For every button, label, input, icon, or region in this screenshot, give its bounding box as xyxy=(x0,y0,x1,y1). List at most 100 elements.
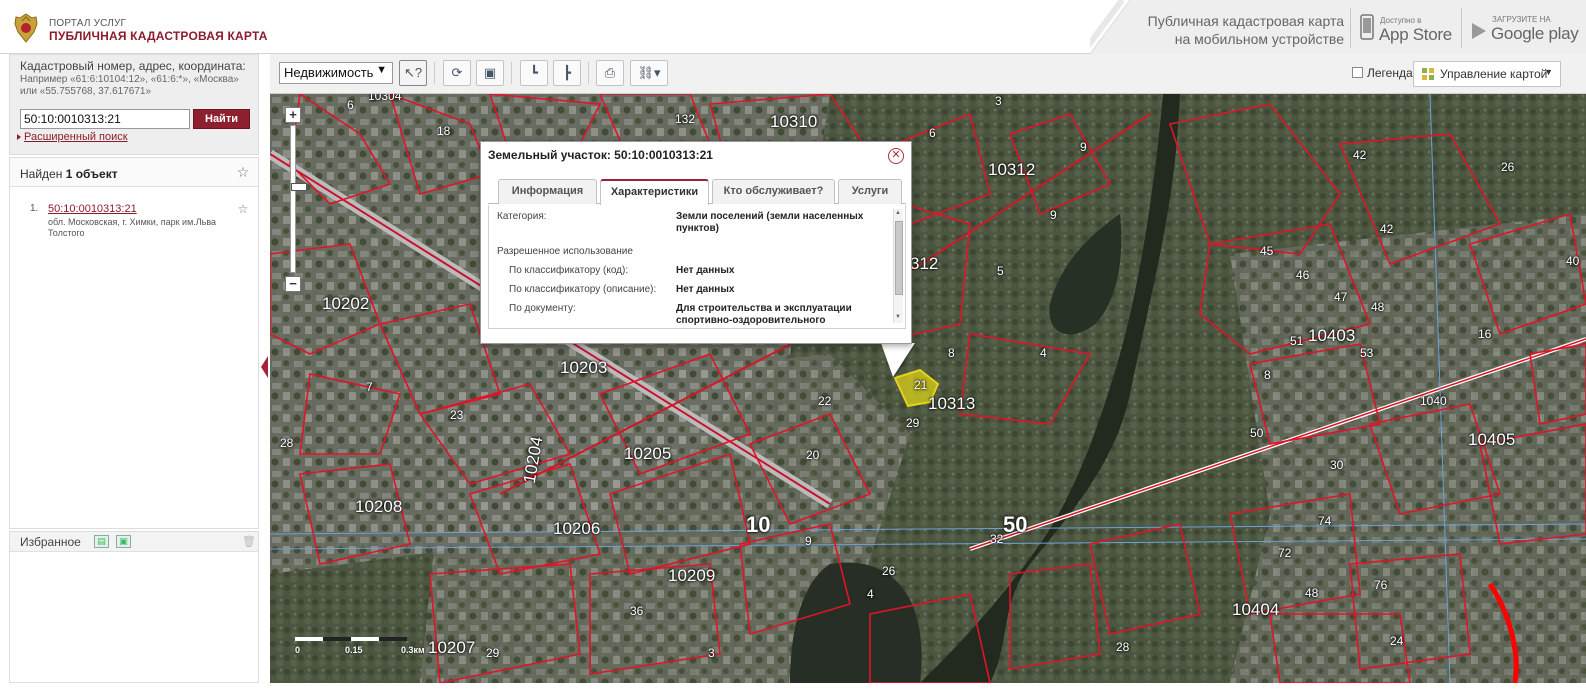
appstore-button[interactable]: Доступно в App Store xyxy=(1350,8,1460,48)
map-label: 22 xyxy=(818,394,832,408)
rect-query-button[interactable]: ▣ xyxy=(476,60,504,86)
googleplay-button[interactable]: ЗАГРУЗИТЕ НА Google play xyxy=(1461,8,1586,48)
tab-information[interactable]: Информация xyxy=(498,179,597,204)
map-label: 28 xyxy=(280,436,294,450)
map-label-selected: 21 xyxy=(914,378,928,392)
promo-line1: Публичная кадастровая карта xyxy=(1147,13,1344,29)
popup-tabs: Информация Характеристики Кто обслуживае… xyxy=(488,178,906,205)
row-label-permitted-use: Разрешенное использование xyxy=(497,246,633,257)
favorites-title: Избранное xyxy=(20,535,81,549)
googleplay-small-text: ЗАГРУЗИТЕ НА xyxy=(1492,15,1551,24)
map-label: 6 xyxy=(929,126,936,140)
zoom-out-button[interactable]: − xyxy=(285,276,301,292)
measure-area-button[interactable]: ┣ xyxy=(553,60,581,86)
map-label: 51 xyxy=(1290,334,1304,348)
ruler-icon: ┗ xyxy=(530,65,538,80)
printer-icon: ⎙ xyxy=(604,65,616,80)
map-label: 42 xyxy=(1380,222,1394,236)
results-header: Найден 1 объект ☆ xyxy=(10,158,258,187)
print-button[interactable]: ⎙ xyxy=(596,60,624,86)
satellite-map xyxy=(270,94,1586,683)
map-control-dropdown[interactable]: Управление картой ▼ xyxy=(1413,61,1561,87)
scale-bar: 0 0.15 0.3км xyxy=(295,633,455,655)
map-label: 32 xyxy=(990,532,1004,546)
scroll-down-icon[interactable]: ▼ xyxy=(895,314,901,320)
map-label: 10208 xyxy=(355,497,403,516)
map-label: 1040 xyxy=(1420,394,1447,408)
import-favorites-icon[interactable]: ▣ xyxy=(116,535,131,548)
measure-distance-button[interactable]: ┗ xyxy=(520,60,548,86)
map-label: 5 xyxy=(997,264,1004,278)
row-value-classifier-code: Нет данных xyxy=(676,265,735,276)
portal-brand-main[interactable]: ПУБЛИЧНАЯ КАДАСТРОВАЯ КАРТА xyxy=(49,29,268,43)
popup-pointer xyxy=(881,343,915,377)
scrollbar-thumb[interactable] xyxy=(895,221,903,295)
cursor-question-icon: ↖? xyxy=(403,65,423,80)
promo-line2: на мобильном устройстве xyxy=(1174,31,1344,47)
link-button[interactable]: ⛓▾ xyxy=(630,60,668,86)
search-panel: Кадастровый номер, адрес, координата: На… xyxy=(9,54,259,155)
layer-select-value: Недвижимость xyxy=(284,65,374,80)
map-label: 7 xyxy=(366,380,373,394)
map-label: 10206 xyxy=(553,519,601,538)
search-input[interactable] xyxy=(20,109,190,129)
tab-services[interactable]: Услуги xyxy=(838,179,902,204)
map-label: 23 xyxy=(450,408,464,422)
close-icon[interactable]: ✕ xyxy=(888,148,904,164)
popup-scrollbar[interactable]: ▲ ▼ xyxy=(893,209,903,323)
advanced-search-link[interactable]: Расширенный поиск xyxy=(17,131,128,143)
play-icon xyxy=(1472,23,1486,39)
appstore-big-text: App Store xyxy=(1379,25,1452,44)
link-icon: ⛓▾ xyxy=(637,65,661,80)
legend-label[interactable]: Легенда xyxy=(1367,66,1413,80)
parcel-info-popup: Земельный участок: 50:10:0010313:21 ✕ Ин… xyxy=(480,141,912,344)
map-label: 47 xyxy=(1334,290,1348,304)
map-label: 8 xyxy=(1264,368,1271,382)
scale-label: 0.15 xyxy=(345,645,363,655)
map-label: 4 xyxy=(867,587,874,601)
scroll-up-icon[interactable]: ▲ xyxy=(895,210,901,216)
scale-segment xyxy=(351,637,379,641)
map-label: 20 xyxy=(806,448,820,462)
map-label-district: 10 xyxy=(746,512,771,537)
map-label: 76 xyxy=(1374,578,1388,592)
toolbar-separator xyxy=(434,62,435,84)
result-link[interactable]: 50:10:0010313:21 xyxy=(48,203,137,215)
map-label: 29 xyxy=(906,416,920,430)
identify-tool-button[interactable]: ↖? xyxy=(399,60,427,86)
layer-select[interactable]: Недвижимость ▼ xyxy=(279,62,393,84)
map-label: 40 xyxy=(1566,254,1580,268)
map-label: 9 xyxy=(1080,140,1087,154)
row-label-by-document: По документу: xyxy=(509,303,576,314)
left-panel: Кадастровый номер, адрес, координата: На… xyxy=(9,54,259,683)
zoom-slider-track[interactable] xyxy=(290,125,307,273)
tab-who-serves[interactable]: Кто обслуживает? xyxy=(712,179,835,204)
results-count: Найден 1 объект xyxy=(20,167,118,181)
add-favorite-star-icon[interactable]: ☆ xyxy=(236,202,250,216)
row-value-by-document: Для строительства и эксплуатации спортив… xyxy=(676,303,852,326)
mobile-promo-text: Публичная кадастровая карта на мобильном… xyxy=(1126,12,1344,48)
map-label: 4 xyxy=(1040,346,1047,360)
star-icon[interactable]: ☆ xyxy=(236,165,250,179)
trash-icon[interactable]: 🗑 xyxy=(242,535,256,549)
map-label: 28 xyxy=(1116,640,1130,654)
map-label: 24 xyxy=(1390,634,1404,648)
map-canvas[interactable]: 10304 6 18 132 10310 3 6 9 10312 9 312 5… xyxy=(270,94,1586,683)
map-label: 45 xyxy=(1260,244,1274,258)
legend-checkbox[interactable] xyxy=(1352,67,1363,78)
favorites-panel: Избранное ▤ ▣ 🗑 xyxy=(9,531,259,683)
map-label: 10304 xyxy=(368,94,402,103)
map-label: 36 xyxy=(630,604,644,618)
zoom-slider-handle[interactable] xyxy=(291,183,307,191)
tab-characteristics[interactable]: Характеристики xyxy=(600,179,709,205)
search-button[interactable]: Найти xyxy=(193,109,250,129)
map-label: 53 xyxy=(1360,346,1374,360)
area-query-button[interactable]: ⟳ xyxy=(443,60,471,86)
export-favorites-icon[interactable]: ▤ xyxy=(94,535,109,548)
collapse-panel-handle[interactable] xyxy=(261,356,268,378)
zoom-control: + − xyxy=(285,107,307,292)
map-label: 10202 xyxy=(322,294,370,313)
portal-brand-top: ПОРТАЛ УСЛУГ xyxy=(49,18,127,29)
found-count: 1 объект xyxy=(65,167,118,181)
zoom-in-button[interactable]: + xyxy=(285,107,301,123)
